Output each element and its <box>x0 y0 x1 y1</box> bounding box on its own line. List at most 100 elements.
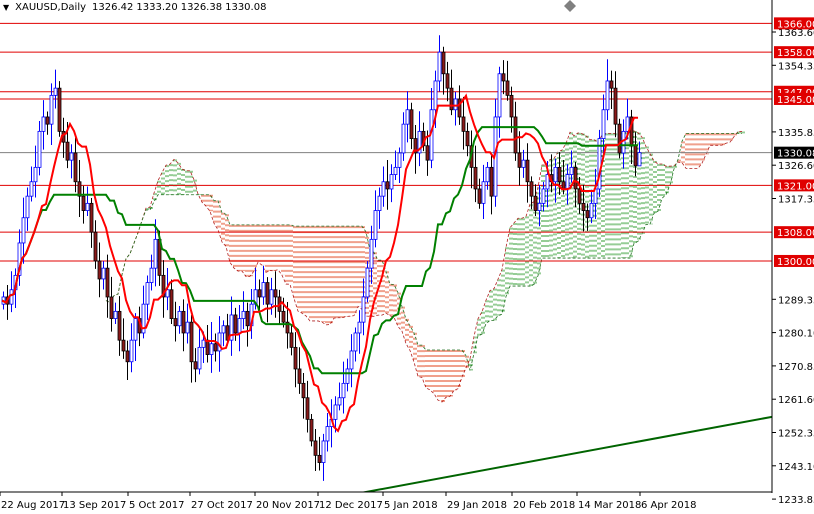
candle-body <box>509 94 514 118</box>
candle-body <box>133 318 138 341</box>
time-tick-label: 29 Jan 2018 <box>447 500 507 511</box>
candle <box>273 271 278 318</box>
chart-header: ▼ XAUUSD,Daily 1326.42 1333.20 1326.38 1… <box>3 2 266 13</box>
candle-body <box>557 166 562 183</box>
candle <box>509 86 514 133</box>
candle <box>321 433 326 481</box>
ohlc-low: 1326.38 <box>180 2 223 13</box>
candle-body <box>485 166 490 183</box>
candle-body <box>457 98 462 118</box>
candle-body <box>433 80 438 111</box>
candle-body <box>633 145 638 167</box>
price-tick-label: 1289.35 <box>778 295 814 306</box>
candle-body <box>181 310 186 334</box>
dropdown-triangle-icon[interactable]: ▼ <box>3 3 9 12</box>
candle-body <box>81 195 86 211</box>
price-chart[interactable]: 1363.601354.351335.851326.601317.351289.… <box>0 0 814 514</box>
candle <box>229 296 234 356</box>
candle-body <box>33 166 38 183</box>
candle <box>105 254 110 318</box>
candle <box>437 35 442 92</box>
candle <box>25 187 30 231</box>
candle-body <box>257 289 262 298</box>
current-price-label: 1330.08 <box>777 149 814 160</box>
level-price-label: 1358.00 <box>777 48 814 59</box>
candle <box>537 184 542 227</box>
candle-body <box>589 202 594 219</box>
candle <box>213 333 218 362</box>
candle-body <box>93 231 98 262</box>
candle-body <box>325 426 330 442</box>
price-tick-label: 1261.60 <box>778 395 814 406</box>
candle-body <box>637 152 642 167</box>
candle <box>73 137 78 193</box>
time-tick-label: 13 Sep 2017 <box>63 500 126 511</box>
ohlc-high: 1333.20 <box>136 2 178 13</box>
candle-body <box>525 159 530 183</box>
candle-body <box>521 159 526 168</box>
candle <box>245 302 250 347</box>
candle-body <box>437 51 442 82</box>
candle-body <box>169 289 174 319</box>
candle <box>413 124 418 174</box>
candle <box>109 276 114 332</box>
candle <box>129 323 134 373</box>
candle-body <box>369 238 374 269</box>
candle-body <box>205 339 210 355</box>
candle-body <box>301 382 306 399</box>
time-tick-label: 5 Oct 2017 <box>129 500 184 511</box>
candle-body <box>129 339 134 363</box>
time-tick-label: 20 Feb 2018 <box>513 500 575 511</box>
candle <box>29 166 34 202</box>
candle-body <box>57 87 62 132</box>
candle-body <box>621 130 626 154</box>
candle <box>21 197 26 264</box>
candle <box>481 164 486 220</box>
candle-body <box>177 310 182 327</box>
candle <box>113 302 118 324</box>
candle <box>401 112 406 161</box>
candle <box>49 83 54 145</box>
candle <box>37 121 42 176</box>
candle-body <box>25 195 30 219</box>
candle-body <box>73 152 78 183</box>
candle <box>141 285 146 339</box>
candle-body <box>105 267 110 298</box>
candle-body <box>565 174 570 190</box>
candle-body <box>49 94 54 125</box>
candle <box>125 340 130 381</box>
candle-body <box>537 202 542 211</box>
candle <box>197 327 202 375</box>
candle-body <box>577 188 582 204</box>
candle-body <box>241 310 246 319</box>
candle <box>221 320 226 347</box>
candle-body <box>109 296 114 319</box>
candle <box>397 147 402 184</box>
candle-body <box>9 289 14 305</box>
candle-body <box>237 318 242 334</box>
candle <box>617 118 622 159</box>
candle <box>277 289 282 325</box>
candle-body <box>465 130 470 147</box>
candle-body <box>29 181 34 197</box>
candle-body <box>321 440 326 463</box>
candle-body <box>21 217 26 244</box>
candle-body <box>69 152 74 161</box>
candle <box>85 186 90 216</box>
price-tick-label: 1233.85 <box>778 495 814 506</box>
candle-body <box>473 166 478 190</box>
candle-body <box>533 195 538 211</box>
candle <box>237 304 242 352</box>
candle <box>373 190 378 248</box>
candle-body <box>505 80 510 96</box>
candle <box>69 144 74 179</box>
candle-body <box>265 282 270 305</box>
candle-body <box>309 418 314 442</box>
candle <box>533 184 538 216</box>
candle <box>613 71 618 138</box>
candle-body <box>173 318 178 327</box>
candle-body <box>613 87 618 125</box>
level-price-label: 1345.00 <box>777 95 814 106</box>
candle <box>101 261 106 290</box>
trendline <box>360 415 772 492</box>
